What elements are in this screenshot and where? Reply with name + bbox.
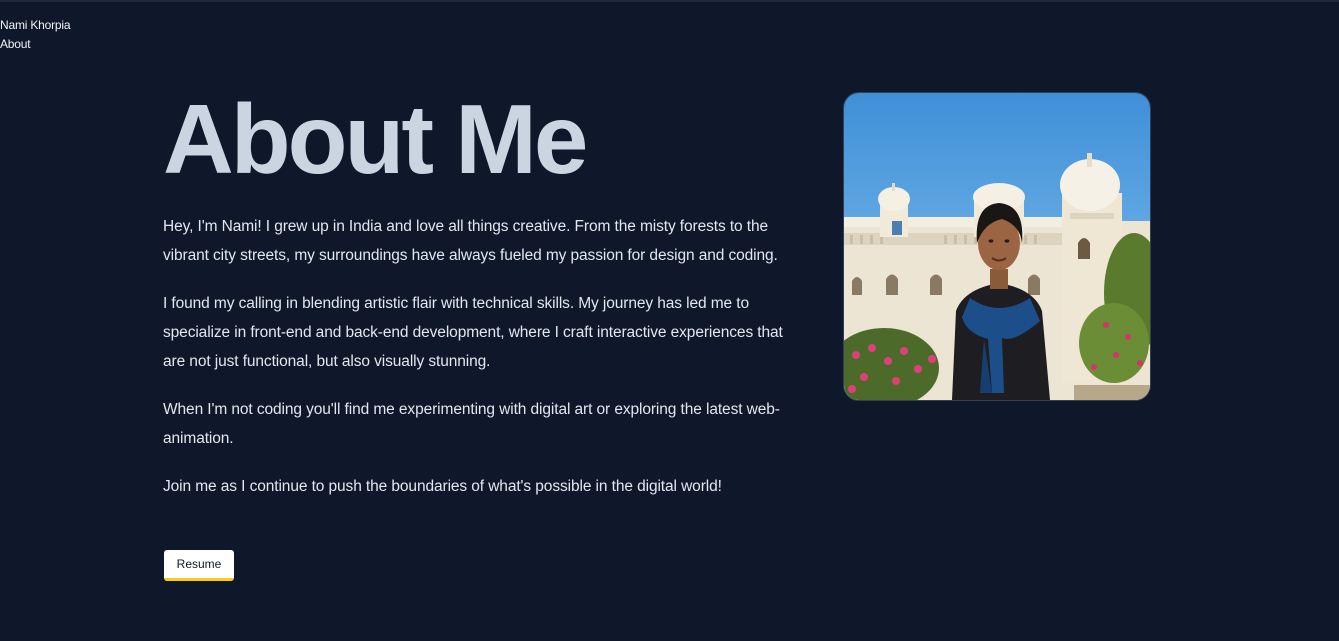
- bio-paragraph: When I'm not coding you'll find me exper…: [163, 401, 780, 447]
- nav-about-link[interactable]: About: [0, 35, 70, 54]
- top-border: [0, 0, 1339, 2]
- resume-button[interactable]: Resume: [164, 550, 234, 581]
- about-text: Hey, I'm Nami! I grew up in India and lo…: [163, 212, 803, 520]
- profile-photo: [843, 92, 1151, 401]
- bio-paragraph: Join me as I continue to push the bounda…: [163, 478, 722, 495]
- bio-paragraph: I found my calling in blending artistic …: [163, 295, 783, 370]
- page-title: About Me: [163, 84, 588, 194]
- bio-paragraph: Hey, I'm Nami! I grew up in India and lo…: [163, 218, 778, 264]
- site-nav: Nami Khorpia About: [0, 16, 71, 54]
- nav-home-link[interactable]: Nami Khorpia: [0, 16, 71, 35]
